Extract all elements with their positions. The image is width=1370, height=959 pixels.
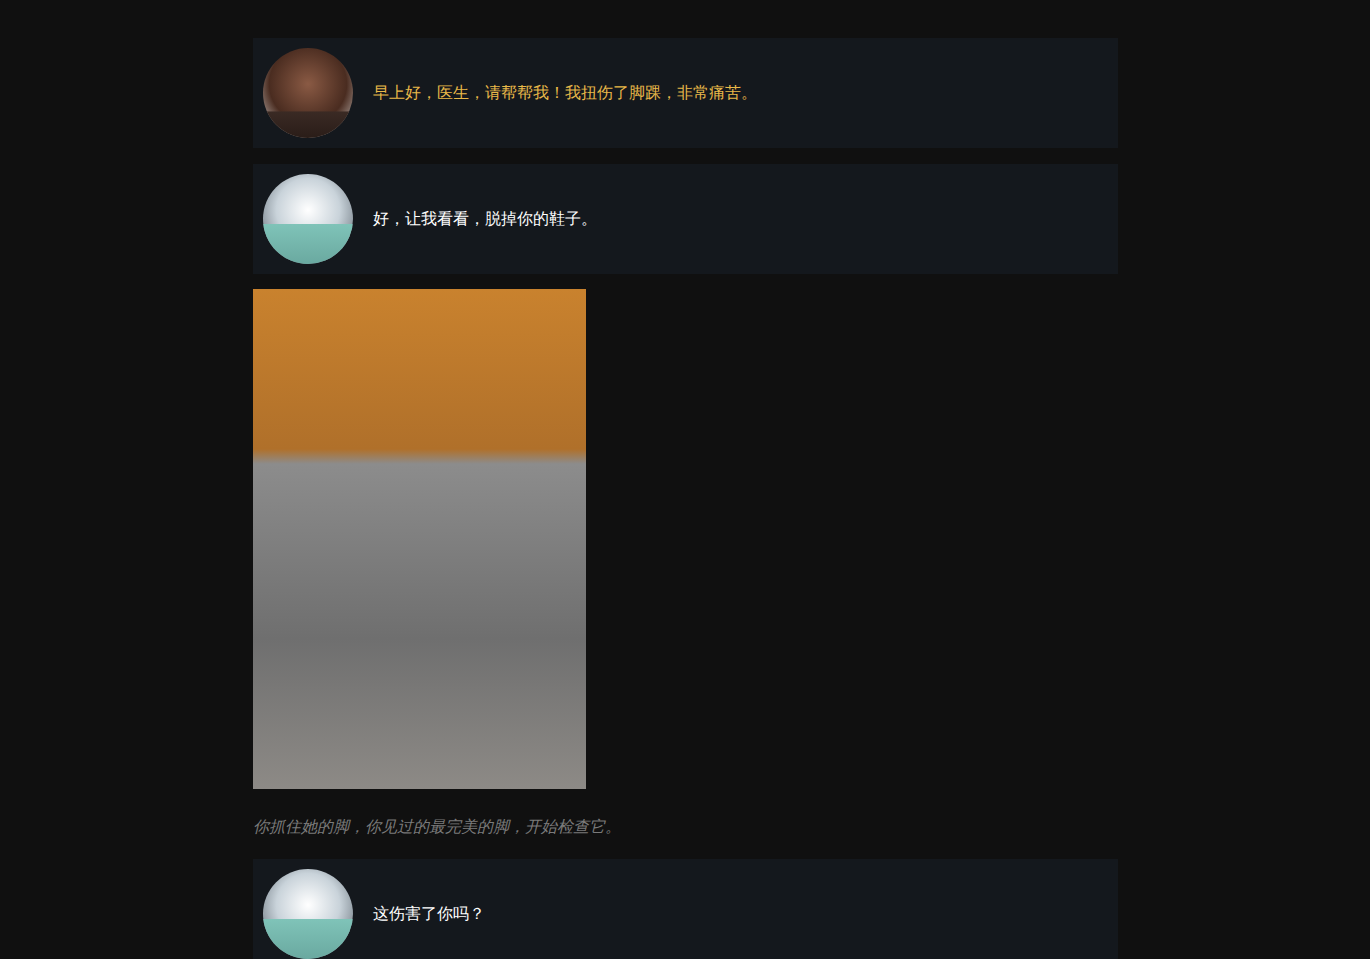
doctor-avatar <box>263 174 353 264</box>
doctor-avatar <box>263 869 353 959</box>
chat-page: 早上好，医生，请帮帮我！我扭伤了脚踝，非常痛苦。好，让我看看，脱掉你的鞋子。你抓… <box>0 0 1370 959</box>
message-text: 早上好，医生，请帮帮我！我扭伤了脚踝，非常痛苦。 <box>373 81 757 105</box>
chat-photo <box>253 289 586 789</box>
chat-column: 早上好，医生，请帮帮我！我扭伤了脚踝，非常痛苦。好，让我看看，脱掉你的鞋子。你抓… <box>253 0 1118 959</box>
patient-avatar <box>263 48 353 138</box>
chat-message: 这伤害了你吗？ <box>253 859 1118 959</box>
message-text: 这伤害了你吗？ <box>373 902 485 926</box>
chat-message: 好，让我看看，脱掉你的鞋子。 <box>253 164 1118 274</box>
message-text: 好，让我看看，脱掉你的鞋子。 <box>373 207 597 231</box>
chat-message: 早上好，医生，请帮帮我！我扭伤了脚踝，非常痛苦。 <box>253 38 1118 148</box>
narration-text: 你抓住她的脚，你见过的最完美的脚，开始检查它。 <box>253 815 1118 839</box>
